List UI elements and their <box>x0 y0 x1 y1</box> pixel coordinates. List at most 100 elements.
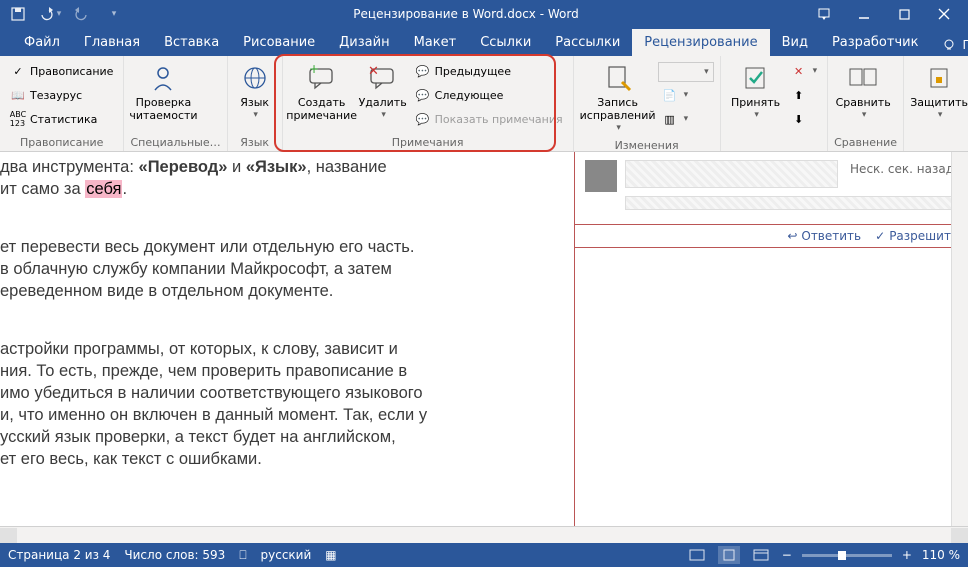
window-controls <box>804 0 964 28</box>
window-title: Рецензирование в Word.docx - Word <box>128 7 804 21</box>
globe-icon <box>239 62 271 94</box>
comment-card[interactable]: Неск. сек. назад <box>575 152 968 224</box>
previous-change-button[interactable]: ⬆ <box>787 84 822 106</box>
zoom-slider[interactable] <box>802 554 892 557</box>
track-changes-button[interactable]: Запись исправлений▾ <box>580 60 656 137</box>
ribbon: ✓Правописание 📖Тезаурус ABC123Статистика… <box>0 56 968 152</box>
word-count-button[interactable]: ABC123Статистика <box>6 108 117 130</box>
zoom-level[interactable]: 110 % <box>922 548 960 562</box>
tab-mailings[interactable]: Рассылки <box>543 29 632 56</box>
group-changes: Принять▾ ✕▾ ⬆ ⬇ <box>721 56 829 151</box>
accept-button[interactable]: Принять▾ <box>727 60 785 124</box>
document-area: два инструмента: «Перевод» и «Язык», наз… <box>0 152 968 526</box>
ribbon-options-button[interactable] <box>804 0 844 28</box>
scroll-right-button[interactable] <box>951 528 968 543</box>
redo-button[interactable] <box>68 2 96 26</box>
accept-icon <box>740 62 772 94</box>
next-comment-button[interactable]: 💬Следующее <box>411 84 567 106</box>
compare-button[interactable]: Сравнить▾ <box>834 60 892 124</box>
tab-home[interactable]: Главная <box>72 29 152 56</box>
group-protect: Защитить▾ <box>904 56 968 151</box>
vertical-scrollbar[interactable] <box>951 152 968 526</box>
language-button[interactable]: Язык▾ <box>234 60 276 124</box>
protect-button[interactable]: Защитить▾ <box>910 60 968 124</box>
word-count[interactable]: Число слов: 593 <box>124 548 225 562</box>
document-body[interactable]: два инструмента: «Перевод» и «Язык», наз… <box>0 152 575 526</box>
print-layout-button[interactable] <box>718 546 740 564</box>
show-markup-button[interactable]: 📄▾ <box>658 84 714 106</box>
quick-access-toolbar: ▾ ▾ <box>4 2 128 26</box>
lock-icon <box>923 62 955 94</box>
comment-author <box>625 160 838 188</box>
tab-design[interactable]: Дизайн <box>327 29 401 56</box>
person-icon <box>147 62 179 94</box>
comment-prev-icon: 💬 <box>415 63 431 79</box>
save-button[interactable] <box>4 2 32 26</box>
ribbon-tabs: Файл Главная Вставка Рисование Дизайн Ма… <box>0 28 968 56</box>
maximize-button[interactable] <box>884 0 924 28</box>
check-icon: ✓ <box>10 63 26 79</box>
tab-file[interactable]: Файл <box>12 29 72 56</box>
tab-references[interactable]: Ссылки <box>468 29 543 56</box>
next-change-button[interactable]: ⬇ <box>787 108 822 130</box>
group-accessibility: Проверка читаемости Специальные… <box>124 56 227 151</box>
reviewing-pane-button[interactable]: ▥▾ <box>658 108 714 130</box>
svg-text:+: + <box>309 65 319 76</box>
tab-layout[interactable]: Макет <box>402 29 469 56</box>
spelling-button[interactable]: ✓Правописание <box>6 60 117 82</box>
minimize-button[interactable] <box>844 0 884 28</box>
reject-icon: ✕ <box>791 63 807 79</box>
reply-icon: ↩ <box>787 229 797 243</box>
stats-icon: ABC123 <box>10 111 26 127</box>
comment-text <box>625 196 958 210</box>
display-dropdown[interactable]: ▾ <box>658 62 714 82</box>
zoom-out-button[interactable]: − <box>782 548 792 562</box>
zoom-in-button[interactable]: + <box>902 548 912 562</box>
read-mode-button[interactable] <box>686 546 708 564</box>
comment-add-icon: + <box>306 62 338 94</box>
web-layout-button[interactable] <box>750 546 772 564</box>
comment-next-icon: 💬 <box>415 87 431 103</box>
track-icon <box>602 62 634 94</box>
qat-customize[interactable]: ▾ <box>100 2 128 26</box>
comment-pane: Неск. сек. назад ↩Ответить ✓Разрешить <box>575 152 968 526</box>
tab-view[interactable]: Вид <box>770 29 820 56</box>
language-indicator[interactable]: русский <box>261 548 312 562</box>
reply-button[interactable]: ↩Ответить <box>787 229 861 243</box>
prev-icon: ⬆ <box>791 87 807 103</box>
thesaurus-button[interactable]: 📖Тезаурус <box>6 84 117 106</box>
tab-review[interactable]: Рецензирование <box>632 29 769 56</box>
selected-text[interactable]: себя <box>85 180 122 198</box>
close-button[interactable] <box>924 0 964 28</box>
comment-avatar <box>585 160 617 192</box>
page-indicator[interactable]: Страница 2 из 4 <box>8 548 110 562</box>
show-comments-button: 💬Показать примечания <box>411 108 567 130</box>
horizontal-scrollbar[interactable] <box>0 526 968 543</box>
proofing-icon[interactable]: ⎕ <box>239 548 246 563</box>
reject-button[interactable]: ✕▾ <box>787 60 822 82</box>
book-icon: 📖 <box>10 87 26 103</box>
group-language: Язык▾ Язык <box>228 56 283 151</box>
check-accessibility-button[interactable]: Проверка читаемости <box>130 60 196 124</box>
comment-time: Неск. сек. назад <box>846 160 958 178</box>
title-bar: ▾ ▾ Рецензирование в Word.docx - Word <box>0 0 968 28</box>
tab-insert[interactable]: Вставка <box>152 29 231 56</box>
resolve-button[interactable]: ✓Разрешить <box>875 229 958 243</box>
tab-draw[interactable]: Рисование <box>231 29 327 56</box>
scroll-left-button[interactable] <box>0 528 17 543</box>
group-tracking: Запись исправлений▾ ▾ 📄▾ ▥▾ Изменения <box>574 56 721 151</box>
compare-icon <box>847 62 879 94</box>
lightbulb-icon <box>942 38 956 52</box>
undo-button[interactable]: ▾ <box>36 2 64 26</box>
macro-icon[interactable]: ▦ <box>325 548 336 562</box>
new-comment-button[interactable]: +Создать примечание <box>289 60 355 124</box>
comment-delete-icon: ✕ <box>367 62 399 94</box>
group-compare: Сравнить▾ Сравнение <box>828 56 904 151</box>
delete-comment-button[interactable]: ✕Удалить▾ <box>357 60 409 124</box>
tab-developer[interactable]: Разработчик <box>820 29 930 56</box>
status-bar: Страница 2 из 4 Число слов: 593 ⎕ русски… <box>0 543 968 567</box>
tell-me[interactable]: Помощі <box>930 34 968 56</box>
previous-comment-button[interactable]: 💬Предыдущее <box>411 60 567 82</box>
svg-text:✕: ✕ <box>368 65 379 79</box>
group-comments: +Создать примечание ✕Удалить▾ 💬Предыдуще… <box>283 56 574 151</box>
